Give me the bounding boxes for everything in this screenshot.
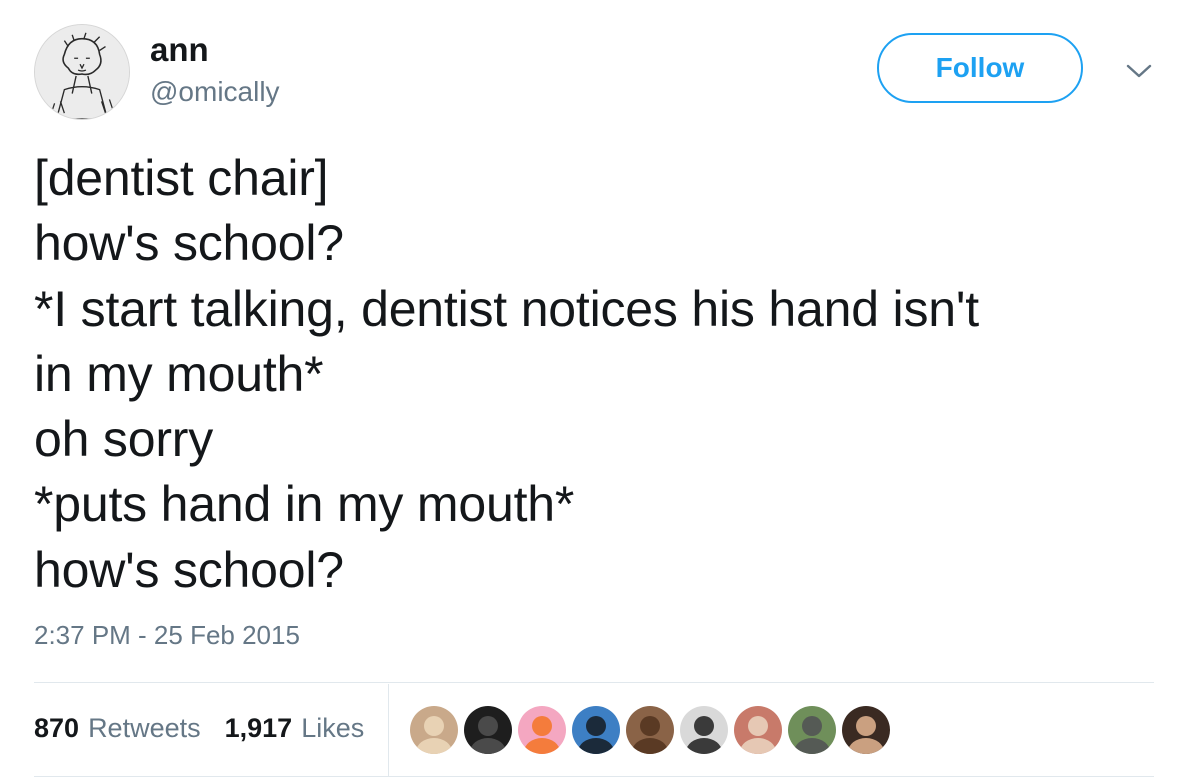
user-avatar-icon — [410, 706, 458, 754]
divider — [34, 682, 1154, 683]
user-avatar-icon — [680, 706, 728, 754]
retweets-label: Retweets — [88, 712, 201, 743]
liker-avatar-6[interactable] — [680, 706, 728, 754]
user-avatar-icon — [464, 706, 512, 754]
tweet-line: oh sorry — [34, 411, 214, 468]
likes-label: Likes — [301, 712, 365, 743]
tweet-line: how's school? — [34, 541, 344, 598]
tweet-stats: 870 Retweets 1,917 Likes — [34, 708, 364, 748]
tweet-timestamp[interactable]: 2:37 PM - 25 Feb 2015 — [34, 618, 300, 652]
follow-button[interactable]: Follow — [877, 33, 1083, 103]
tweet-text: [dentist chair] how's school? *I start t… — [34, 146, 1154, 603]
tweet-line: [dentist chair] — [34, 150, 329, 206]
tweet-line: *I start talking, dentist notices his ha… — [34, 280, 979, 337]
liker-avatar-9[interactable] — [842, 706, 890, 754]
liker-avatar-1[interactable] — [410, 706, 458, 754]
tweet-line: how's school? — [34, 215, 344, 272]
liker-avatar-2[interactable] — [464, 706, 512, 754]
tweet-line: in my mouth* — [34, 345, 324, 402]
user-avatar-icon — [788, 706, 836, 754]
tweet-card: ann @omically Follow [dentist chair] how… — [0, 0, 1180, 784]
tweet-line: *puts hand in my mouth* — [34, 476, 575, 533]
retweets-stat[interactable]: 870 Retweets — [34, 713, 201, 744]
liker-avatar-5[interactable] — [626, 706, 674, 754]
liker-avatar-7[interactable] — [734, 706, 782, 754]
more-options-button[interactable] — [1124, 60, 1154, 82]
liker-avatar-8[interactable] — [788, 706, 836, 754]
user-avatar-icon — [518, 706, 566, 754]
liker-avatar-3[interactable] — [518, 706, 566, 754]
user-avatar-icon — [626, 706, 674, 754]
likes-stat[interactable]: 1,917 Likes — [225, 713, 365, 744]
display-name[interactable]: ann — [150, 30, 209, 70]
user-avatar-icon — [734, 706, 782, 754]
chevron-down-icon — [1126, 64, 1152, 78]
user-avatar-icon — [572, 706, 620, 754]
user-handle[interactable]: @omically — [150, 74, 280, 110]
user-avatar-icon — [842, 706, 890, 754]
divider — [34, 776, 1154, 777]
sketch-portrait-avatar-icon — [35, 25, 129, 119]
liker-avatar-4[interactable] — [572, 706, 620, 754]
stats-separator — [388, 684, 389, 776]
retweets-count: 870 — [34, 712, 80, 743]
liker-avatars — [410, 706, 896, 754]
avatar[interactable] — [34, 24, 130, 120]
likes-count: 1,917 — [224, 712, 293, 743]
